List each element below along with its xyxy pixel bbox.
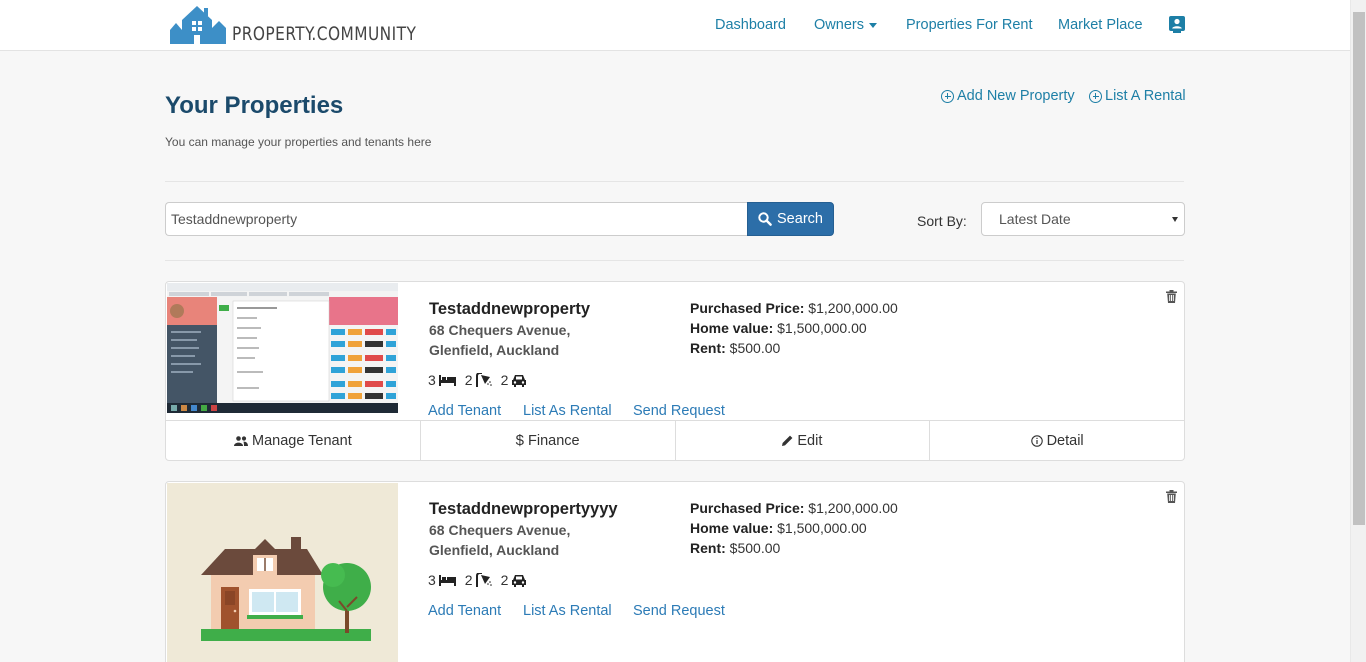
bathrooms-count: 2	[464, 572, 473, 588]
page-scrollbar[interactable]	[1350, 0, 1366, 662]
nav-dashboard[interactable]: Dashboard	[715, 17, 786, 33]
add-new-property-link[interactable]: Add New Property	[941, 88, 1075, 104]
bedrooms-count: 3	[428, 572, 436, 588]
search-button-label: Search	[777, 211, 823, 227]
bedrooms-count: 3	[428, 372, 436, 388]
purchased-price-label: Purchased Price:	[690, 300, 805, 316]
header-divider	[165, 181, 1184, 182]
shower-icon	[475, 373, 492, 387]
property-search-input[interactable]	[165, 202, 748, 236]
send-request-link[interactable]: Send Request	[633, 603, 725, 619]
manage-tenant-label: Manage Tenant	[252, 432, 352, 449]
property-image[interactable]	[167, 283, 398, 413]
property-name[interactable]: Testaddnewpropertyyyy	[429, 500, 618, 519]
logo-house-icon	[170, 6, 226, 44]
list-as-rental-link[interactable]: List As Rental	[523, 603, 612, 619]
car-icon	[512, 574, 527, 587]
address-line-2: Glenfield, Auckland	[429, 542, 560, 558]
nav-owners[interactable]: Owners	[814, 17, 877, 33]
add-tenant-link[interactable]: Add Tenant	[428, 403, 501, 419]
home-value: Home value: $1,500,000.00	[690, 518, 898, 538]
dollar-icon: $	[515, 432, 524, 449]
property-name[interactable]: Testaddnewproperty	[429, 300, 590, 319]
property-image[interactable]	[167, 483, 398, 662]
page-subtitle: You can manage your properties and tenan…	[165, 135, 432, 149]
brand-logo[interactable]: PROPERTY.COMMUNITY	[168, 4, 437, 46]
home-value-value: $1,500,000.00	[777, 320, 867, 336]
sort-by-label: Sort By:	[917, 213, 967, 229]
rent-label: Rent:	[690, 340, 726, 356]
add-new-property-label: Add New Property	[957, 88, 1075, 104]
purchased-price-label: Purchased Price:	[690, 500, 805, 516]
list-as-rental-link[interactable]: List As Rental	[523, 403, 612, 419]
rent: Rent: $500.00	[690, 538, 898, 558]
trash-icon[interactable]	[1166, 290, 1177, 303]
bathrooms-count: 2	[464, 372, 473, 388]
chevron-down-icon	[1172, 217, 1178, 222]
parking-count: 2	[500, 372, 509, 388]
property-prices: Purchased Price: $1,200,000.00 Home valu…	[690, 298, 898, 358]
home-value-value: $1,500,000.00	[777, 520, 867, 536]
list-a-rental-label: List A Rental	[1105, 88, 1186, 104]
purchased-price: Purchased Price: $1,200,000.00	[690, 498, 898, 518]
car-icon	[512, 374, 527, 387]
edit-label: Edit	[797, 432, 823, 449]
finance-button[interactable]: $ Finance	[421, 421, 676, 460]
purchased-price-value: $1,200,000.00	[808, 500, 898, 516]
list-a-rental-link[interactable]: List A Rental	[1089, 88, 1186, 104]
card-actions-bar: Manage Tenant $ Finance Edit Detail	[166, 420, 1184, 460]
rent-value: $500.00	[729, 340, 781, 356]
profile-contact-icon[interactable]	[1169, 16, 1185, 33]
property-address: 68 Chequers Avenue, Glenfield, Auckland	[429, 520, 570, 560]
home-value: Home value: $1,500,000.00	[690, 318, 898, 338]
bed-icon	[438, 575, 456, 586]
property-address: 68 Chequers Avenue, Glenfield, Auckland	[429, 320, 570, 360]
edit-button[interactable]: Edit	[676, 421, 931, 460]
chevron-down-icon	[868, 22, 877, 28]
property-links: Add Tenant List As Rental Send Request	[428, 603, 828, 623]
search-button[interactable]: Search	[747, 202, 834, 236]
scrollbar-thumb[interactable]	[1353, 12, 1365, 525]
detail-label: Detail	[1046, 432, 1084, 449]
shower-icon	[475, 573, 492, 587]
rent: Rent: $500.00	[690, 338, 898, 358]
purchased-price-value: $1,200,000.00	[808, 300, 898, 316]
parking-count: 2	[500, 572, 509, 588]
address-line-1: 68 Chequers Avenue,	[429, 522, 571, 538]
property-card: Testaddnewproperty 68 Chequers Avenue, G…	[165, 281, 1185, 461]
add-tenant-link[interactable]: Add Tenant	[428, 603, 501, 619]
property-features: 3 2 2	[428, 372, 533, 388]
purchased-price: Purchased Price: $1,200,000.00	[690, 298, 898, 318]
nav-properties-for-rent[interactable]: Properties For Rent	[906, 17, 1033, 33]
top-navbar: PROPERTY.COMMUNITY Dashboard Owners Prop…	[0, 0, 1350, 51]
detail-button[interactable]: Detail	[930, 421, 1184, 460]
page-title: Your Properties	[165, 92, 344, 119]
plus-circle-icon	[941, 89, 954, 103]
finance-label: Finance	[528, 432, 580, 449]
brand-name: PROPERTY.COMMUNITY	[232, 23, 417, 45]
rent-value: $500.00	[729, 540, 781, 556]
sort-by-value: Latest Date	[999, 211, 1071, 227]
property-prices: Purchased Price: $1,200,000.00 Home valu…	[690, 498, 898, 558]
info-circle-icon	[1030, 434, 1043, 447]
search-divider	[165, 260, 1184, 261]
pencil-icon	[782, 435, 793, 446]
send-request-link[interactable]: Send Request	[633, 403, 725, 419]
property-features: 3 2 2	[428, 572, 533, 588]
rent-label: Rent:	[690, 540, 726, 556]
users-icon	[234, 435, 249, 446]
home-value-label: Home value:	[690, 320, 774, 336]
home-value-label: Home value:	[690, 520, 774, 536]
nav-market-place[interactable]: Market Place	[1058, 17, 1143, 33]
search-icon	[758, 212, 772, 226]
address-line-1: 68 Chequers Avenue,	[429, 322, 571, 338]
trash-icon[interactable]	[1166, 490, 1177, 503]
plus-circle-icon	[1089, 89, 1102, 103]
address-line-2: Glenfield, Auckland	[429, 342, 560, 358]
property-card: Testaddnewpropertyyyy 68 Chequers Avenue…	[165, 481, 1185, 662]
nav-owners-label: Owners	[814, 17, 864, 33]
manage-tenant-button[interactable]: Manage Tenant	[166, 421, 421, 460]
sort-by-select[interactable]: Latest Date	[981, 202, 1185, 236]
bed-icon	[438, 375, 456, 386]
